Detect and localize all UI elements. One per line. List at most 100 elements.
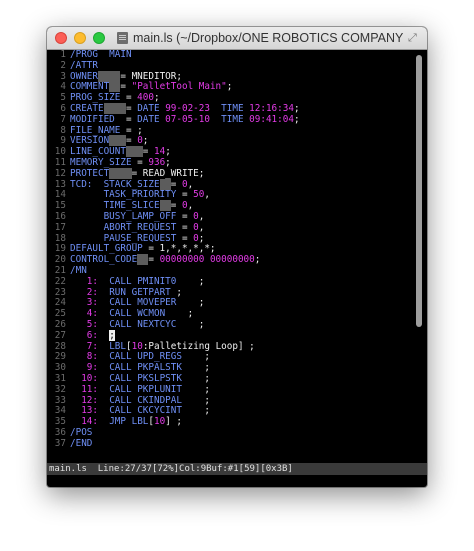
code-token: TIME xyxy=(221,102,250,114)
code-token: 3: xyxy=(86,297,98,309)
code-token: TCD: STACK_SIZE xyxy=(70,178,160,190)
code-token xyxy=(137,254,149,266)
code-token: 9: xyxy=(86,362,98,374)
code-token: , xyxy=(204,189,210,201)
line-number: 7 xyxy=(60,113,66,125)
text-area[interactable]: 1/PROG MAIN 2/ATTR 3 OWNER = MNEDITOR; 4 COMM… xyxy=(47,50,413,460)
code-token: COMMENT xyxy=(70,81,110,93)
code-token: Palletizing Loop xyxy=(148,340,238,352)
code-token: ; xyxy=(176,275,205,287)
zoom-button[interactable] xyxy=(93,32,105,44)
code-token: ; xyxy=(165,308,194,320)
line-number: 2 xyxy=(60,59,66,71)
code-token: ; xyxy=(170,286,182,298)
code-token: ; xyxy=(181,405,210,417)
code-token: 5: xyxy=(86,318,98,330)
close-button[interactable] xyxy=(55,32,67,44)
code-token: ; xyxy=(181,383,210,395)
code-token: ; xyxy=(293,113,300,125)
code-line[interactable]: 35 14: JMP LBL[10] ; xyxy=(47,416,413,428)
code-token: = xyxy=(176,189,194,201)
code-token: 4: xyxy=(86,308,98,320)
code-token: 400 xyxy=(137,92,154,104)
code-token: /POS xyxy=(70,426,93,438)
code-token: 12: xyxy=(81,394,98,406)
code-token: 6: xyxy=(86,329,98,341)
code-token: CALL PKPLUNIT xyxy=(109,383,182,395)
code-token: TIME_SLICE xyxy=(70,200,160,212)
code-token: ; xyxy=(181,372,210,384)
code-token: CALL MOVEPER xyxy=(109,297,177,309)
code-token: ; xyxy=(176,297,205,309)
code-token: = xyxy=(114,113,138,125)
code-token: BUSY_LAMP_OFF xyxy=(70,210,177,222)
code-token: 10 xyxy=(154,416,166,428)
code-token: 11: xyxy=(81,383,98,395)
code-token: OWNER xyxy=(70,70,98,82)
code-token: PROG_SIZE xyxy=(70,92,121,104)
code-token: 936 xyxy=(148,156,166,168)
line-number: 17 xyxy=(54,221,66,233)
code-token: /END xyxy=(70,437,93,449)
code-token: MEMORY_SIZE xyxy=(70,156,132,168)
code-token: /ATTR xyxy=(70,59,98,71)
editor-window: main.ls (~/Dropbox/ONE ROBOTICS COMPANY/… xyxy=(47,27,427,487)
code-token: VERSION xyxy=(70,135,110,147)
code-token: RUN GETPART xyxy=(109,286,171,298)
code-token: DATE xyxy=(137,113,166,125)
code-token: TASK_PRIORITY xyxy=(70,189,177,201)
code-line[interactable]: 37/END xyxy=(47,437,413,450)
line-number: 12 xyxy=(54,167,66,179)
code-token: 13: xyxy=(81,405,98,417)
code-token: ABORT_REQUEST xyxy=(70,221,177,233)
code-token: CALL CKINDPAL xyxy=(109,394,182,406)
code-token: ; xyxy=(142,135,149,147)
code-token: , xyxy=(187,178,194,190)
code-token: 07-05-10 xyxy=(165,113,210,125)
status-line: main.ls Line:27/37[72%]Col:9Buf:#1[59][0… xyxy=(47,463,427,475)
code-token: = xyxy=(176,232,194,244)
code-token: = xyxy=(148,254,160,266)
code-line[interactable]: 2/ATTR xyxy=(47,59,413,72)
code-token: = xyxy=(170,200,182,212)
code-token: CALL NEXTCYC xyxy=(109,318,177,330)
scrollbar-thumb[interactable] xyxy=(416,55,422,327)
code-token: 10: xyxy=(81,372,98,384)
code-line[interactable]: 36/POS xyxy=(47,426,413,439)
code-token: , xyxy=(187,200,194,212)
minimize-button[interactable] xyxy=(74,32,86,44)
code-line[interactable]: 1/PROG MAIN xyxy=(47,50,413,61)
code-token: 14 xyxy=(153,146,166,158)
code-token: ; xyxy=(226,81,233,93)
code-token: = READ_WRITE; xyxy=(131,167,205,179)
code-token: CALL PKPALSTK xyxy=(109,362,182,374)
code-token: MODIFIED xyxy=(70,113,115,125)
code-token xyxy=(98,70,121,82)
code-token: 2: xyxy=(86,286,98,298)
code-token: LBL xyxy=(109,340,126,352)
code-token: PROTECT xyxy=(70,167,110,179)
code-token xyxy=(159,200,171,212)
window-title: main.ls (~/Dropbox/ONE ROBOTICS COMPANY/… xyxy=(133,31,403,45)
code-line[interactable]: 20 CONTROL_CODE = 00000000 00000000; xyxy=(47,254,413,266)
fullscreen-icon[interactable]: ⤢ xyxy=(408,32,420,44)
code-token: 09:41:04 xyxy=(249,113,294,125)
